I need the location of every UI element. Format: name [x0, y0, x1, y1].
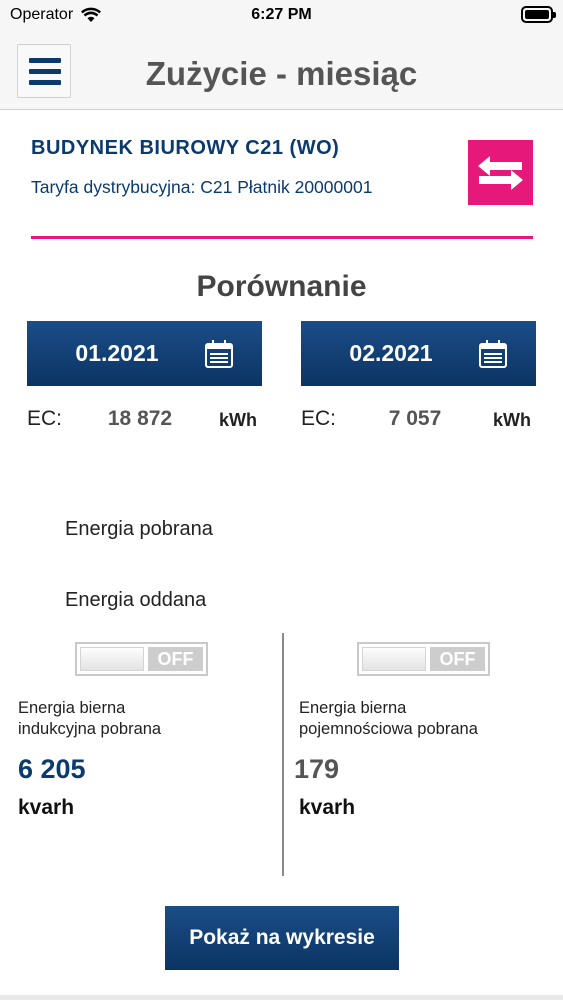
capacitive-unit: kvarh — [299, 796, 356, 819]
right-ec-label: EC: — [301, 407, 337, 430]
right-date-picker-button[interactable]: 02.2021 — [301, 321, 536, 386]
comparison-title: Porównanie — [196, 270, 367, 303]
tariff-info: Taryfa dystrybucyjna: C21 Płatnik 200000… — [31, 177, 373, 197]
calendar-icon — [479, 340, 507, 368]
capacitive-label: Energia bierna pojemnościowa pobrana — [299, 698, 549, 740]
page-title: Zużycie - miesiąc — [145, 55, 418, 92]
energy-taken-label: Energia pobrana — [65, 518, 213, 540]
left-date-picker-button[interactable]: 01.2021 — [27, 321, 262, 386]
left-date: 01.2021 — [75, 340, 159, 366]
switch-building-button[interactable] — [468, 140, 533, 205]
right-date: 02.2021 — [349, 340, 433, 366]
toggle-state-label: OFF — [148, 647, 203, 671]
inductive-label-line2: indukcyjna pobrana — [18, 720, 162, 738]
toggle-knob — [362, 647, 426, 671]
section-divider — [31, 236, 533, 239]
inductive-label-line1: Energia bierna — [18, 699, 126, 717]
capacitive-toggle[interactable]: OFF — [357, 642, 490, 676]
show-chart-button[interactable]: Pokaż na wykresie — [165, 906, 399, 970]
nav-bar: Zużycie - miesiąc — [0, 30, 563, 110]
inductive-value: 6 205 — [18, 754, 86, 784]
calendar-icon — [205, 340, 233, 368]
right-ec-unit: kWh — [493, 410, 531, 430]
battery-icon — [521, 6, 556, 23]
capacitive-label-line1: Energia bierna — [299, 699, 407, 717]
inductive-toggle[interactable]: OFF — [75, 642, 208, 676]
building-name: BUDYNEK BIUROWY C21 (WO) — [31, 137, 340, 159]
capacitive-value: 179 — [294, 754, 340, 784]
left-ec-label: EC: — [27, 407, 63, 430]
inductive-label: Energia bierna indukcyjna pobrana — [18, 698, 268, 740]
right-ec-value: 7 057 — [388, 407, 442, 430]
energy-returned-label: Energia oddana — [65, 589, 207, 611]
swap-arrows-icon — [478, 156, 523, 190]
clock: 6:27 PM — [251, 6, 312, 23]
left-ec-unit: kWh — [219, 410, 257, 430]
capacitive-label-line2: pojemnościowa pobrana — [299, 720, 478, 738]
inductive-unit: kvarh — [18, 796, 75, 819]
status-bar: Operator 6:27 PM — [0, 0, 563, 30]
toggle-state-label: OFF — [430, 647, 485, 671]
toggle-knob — [80, 647, 144, 671]
left-ec-value: 18 872 — [107, 407, 173, 430]
column-divider — [282, 633, 284, 876]
bottom-edge — [0, 995, 563, 1000]
